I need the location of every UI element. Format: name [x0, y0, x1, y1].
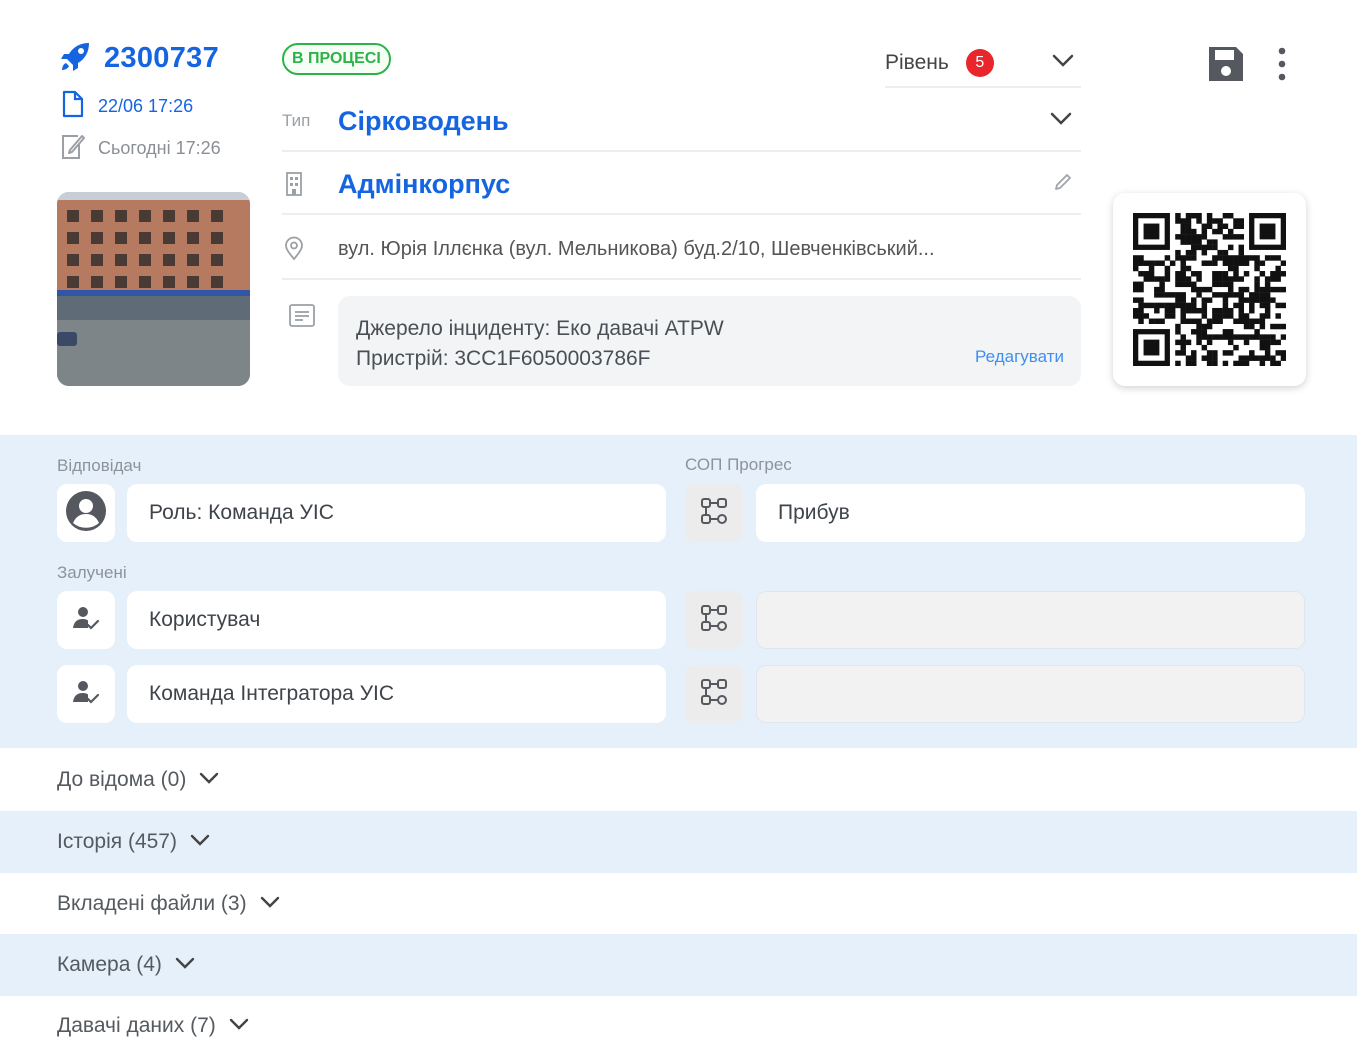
description-icon — [288, 303, 316, 334]
qr-code[interactable] — [1113, 193, 1306, 386]
chevron-down-icon — [198, 771, 220, 790]
object-field[interactable]: Адмінкорпус — [282, 155, 1081, 215]
section-title: Історія (457) — [57, 830, 177, 853]
type-label: Тип — [282, 111, 311, 130]
chevron-down-icon — [1049, 111, 1073, 132]
incident-number: 2300737 — [104, 42, 219, 74]
type-value: Сірководень — [338, 105, 509, 136]
section-title: Камера (4) — [57, 953, 162, 976]
qr-code-image — [1133, 213, 1286, 366]
description-device: Пристрій: 3CC1F6050003786F — [356, 347, 651, 370]
save-button[interactable] — [1206, 44, 1246, 89]
chevron-down-icon — [1051, 53, 1075, 74]
sop-button-involved[interactable] — [685, 591, 743, 649]
document-icon — [60, 90, 86, 123]
chevron-down-icon — [259, 895, 281, 914]
chevron-down-icon — [174, 956, 196, 975]
section-camera[interactable]: Камера (4) — [0, 934, 1357, 996]
section-title: До відома (0) — [57, 768, 187, 791]
sop-progress-field[interactable]: Прибув — [756, 484, 1305, 542]
chevron-down-icon — [189, 833, 211, 852]
building-icon — [282, 171, 338, 197]
responsible-avatar[interactable] — [57, 484, 115, 542]
level-label: Рівень — [885, 51, 949, 74]
chevron-down-icon — [228, 1017, 250, 1036]
sop-flow-icon — [699, 603, 729, 638]
edited-date: Сьогодні 17:26 — [60, 132, 221, 165]
pencil-icon[interactable] — [1053, 172, 1073, 197]
sop-button-involved[interactable] — [685, 665, 743, 723]
object-value: Адмінкорпус — [338, 168, 511, 199]
status-badge: В ПРОЦЕСІ — [282, 43, 391, 75]
person-check-icon — [71, 678, 101, 711]
section-title: Давачі даних (7) — [57, 1014, 216, 1037]
responsible-field[interactable]: Роль: Команда УІС — [127, 484, 666, 542]
level-select[interactable]: Рівень 5 — [885, 40, 1081, 88]
sop-button-responsible[interactable] — [685, 484, 743, 542]
section-sensors[interactable]: Давачі даних (7) — [0, 995, 1357, 1057]
description-source: Джерело інциденту: Еко давачі ATPW — [356, 317, 724, 340]
section-history[interactable]: Історія (457) — [0, 811, 1357, 873]
account-circle-icon — [65, 490, 107, 537]
created-date: 22/06 17:26 — [60, 90, 193, 123]
type-select[interactable]: Тип Сірководень — [282, 92, 1081, 152]
incident-header: 2300737 22/06 17:26 Сьогодні 17:26 В ПРО… — [0, 0, 1357, 435]
section-attachments[interactable]: Вкладені файли (3) — [0, 873, 1357, 935]
more-menu-button[interactable] — [1271, 46, 1293, 87]
assignment-section: Відповідач СОП Прогрес Роль: Команда УІС… — [0, 435, 1357, 748]
edit-note-icon — [60, 132, 86, 165]
involved-user-icon-box[interactable] — [57, 591, 115, 649]
location-pin-icon — [282, 236, 338, 262]
involved-label: Залучені — [57, 563, 127, 582]
section-notify[interactable]: До відома (0) — [0, 749, 1357, 811]
section-title: Вкладені файли (3) — [57, 892, 247, 915]
sop-flow-icon — [699, 677, 729, 712]
sop-progress-label: СОП Прогрес — [685, 455, 792, 474]
incident-id: 2300737 — [60, 40, 219, 77]
sop-flow-icon — [699, 496, 729, 531]
edit-description-link[interactable]: Редагувати — [975, 347, 1064, 367]
rocket-icon — [60, 40, 92, 77]
sop-progress-field-empty[interactable] — [756, 591, 1305, 649]
address-field[interactable]: вул. Юрія Іллєнка (вул. Мельникова) буд.… — [282, 220, 1081, 280]
responsible-label: Відповідач — [57, 456, 142, 475]
sop-progress-field-empty[interactable] — [756, 665, 1305, 723]
involved-field[interactable]: Команда Інтегратора УІС — [127, 665, 666, 723]
level-count-badge: 5 — [965, 49, 994, 77]
created-date-text: 22/06 17:26 — [98, 96, 194, 116]
person-check-icon — [71, 604, 101, 637]
involved-field[interactable]: Користувач — [127, 591, 666, 649]
more-vertical-icon — [1271, 47, 1293, 86]
involved-user-icon-box[interactable] — [57, 665, 115, 723]
object-photo[interactable] — [57, 192, 250, 386]
save-icon — [1206, 47, 1246, 88]
address-value: вул. Юрія Іллєнка (вул. Мельникова) буд.… — [338, 237, 935, 260]
description-box: Джерело інциденту: Еко давачі ATPW Прист… — [338, 296, 1081, 386]
edited-date-text: Сьогодні 17:26 — [98, 138, 221, 158]
